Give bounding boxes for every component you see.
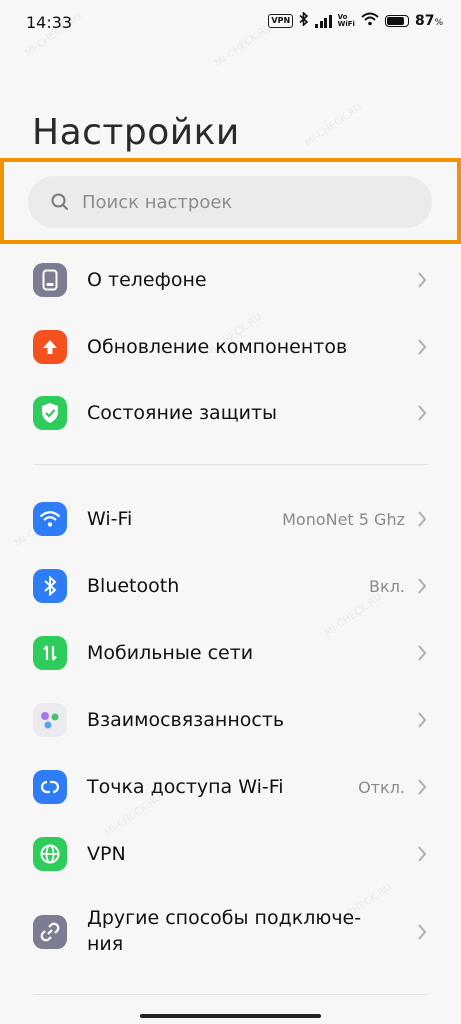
settings-item-vpn[interactable]: VPN [0, 823, 461, 885]
vpn-status-icon: VPN [268, 14, 294, 28]
bluetooth-status-icon [299, 11, 309, 30]
settings-item-label: Состояние защиты [87, 402, 278, 424]
wifi-icon [33, 502, 67, 536]
chevron-right-icon [418, 511, 427, 527]
search-icon [51, 193, 68, 210]
globe-icon [33, 837, 67, 871]
battery-percent-symbol: % [434, 18, 443, 28]
battery-icon [384, 15, 409, 27]
settings-item-label-line2: ния [87, 933, 124, 955]
page-title: Настройки [32, 112, 240, 153]
chevron-right-icon [418, 578, 427, 594]
settings-item-wifi[interactable]: Wi-Fi MonoNet 5 Ghz [0, 488, 461, 550]
settings-item-label: Bluetooth [87, 575, 180, 597]
section-divider [33, 994, 428, 995]
settings-item-label: О телефоне [87, 269, 207, 291]
section-divider [33, 464, 428, 465]
chevron-right-icon [418, 339, 427, 355]
settings-item-about-phone[interactable]: О телефоне [0, 249, 461, 311]
signal-strength-icon [315, 14, 332, 28]
status-time: 14:33 [26, 13, 73, 32]
chevron-right-icon [418, 272, 427, 288]
settings-item-protection-status[interactable]: Состояние защиты [0, 382, 461, 444]
phone-info-icon [33, 263, 67, 297]
chevron-right-icon [418, 645, 427, 661]
settings-item-hotspot[interactable]: Точка доступа Wi-Fi Откл. [0, 756, 461, 818]
search-bar[interactable] [28, 176, 432, 228]
settings-item-label: Взаимосвязанность [87, 709, 285, 731]
chevron-right-icon [418, 779, 427, 795]
shield-check-icon [33, 396, 67, 430]
status-bar: 14:33 VPN Vo WiFi 87% [0, 0, 461, 46]
vowifi-bottom-label: WiFi [337, 20, 355, 28]
wifi-network-name: MonoNet 5 Ghz [282, 509, 405, 529]
vowifi-icon: Vo WiFi [338, 14, 355, 28]
wifi-status-icon [361, 12, 379, 30]
settings-item-label: Мобильные сети [87, 642, 254, 664]
settings-item-interconnectivity[interactable]: Взаимосвязанность [0, 689, 461, 751]
chevron-right-icon [418, 924, 427, 940]
bluetooth-icon [33, 569, 67, 603]
status-icons: VPN Vo WiFi 87% [268, 11, 443, 30]
battery-percent-value: 87 [414, 13, 435, 29]
settings-item-bluetooth[interactable]: Bluetooth Вкл. [0, 555, 461, 617]
watermark: MI-CHECK.RU [302, 101, 365, 150]
settings-item-other-connections[interactable]: Другие способы подключе- ния [0, 893, 461, 971]
hotspot-icon [33, 770, 67, 804]
bluetooth-status-value: Вкл. [369, 576, 405, 596]
mobile-data-icon [33, 636, 67, 670]
settings-item-label: Wi-Fi [87, 508, 133, 530]
settings-item-label: Обновление компонентов [87, 336, 348, 358]
link-icon [33, 915, 67, 949]
search-input[interactable] [80, 190, 404, 214]
arrow-up-icon [33, 330, 67, 364]
chevron-right-icon [418, 846, 427, 862]
settings-item-label-line1: Другие способы подключе- [87, 907, 362, 929]
settings-item-label: Точка доступа Wi-Fi [87, 776, 284, 798]
interconnect-icon [33, 703, 67, 737]
settings-item-label: Другие способы подключе- ния [87, 905, 361, 957]
chevron-right-icon [418, 712, 427, 728]
settings-item-label: VPN [87, 843, 126, 865]
settings-item-component-updates[interactable]: Обновление компонентов [0, 316, 461, 378]
battery-percent: 87% [415, 13, 443, 29]
hotspot-status-value: Откл. [358, 777, 405, 797]
chevron-right-icon [418, 405, 427, 421]
settings-item-mobile-networks[interactable]: Мобильные сети [0, 622, 461, 684]
home-indicator[interactable] [140, 1014, 321, 1018]
